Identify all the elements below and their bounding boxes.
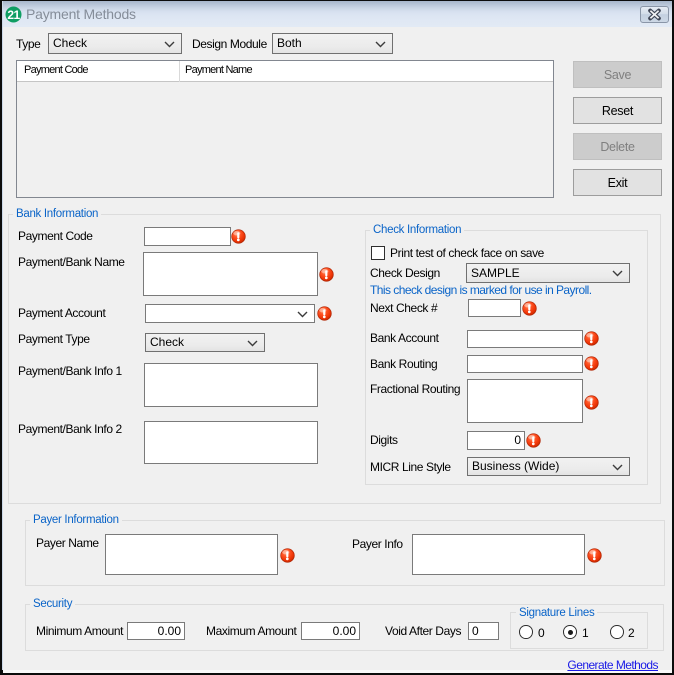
svg-text:21: 21: [7, 8, 20, 22]
